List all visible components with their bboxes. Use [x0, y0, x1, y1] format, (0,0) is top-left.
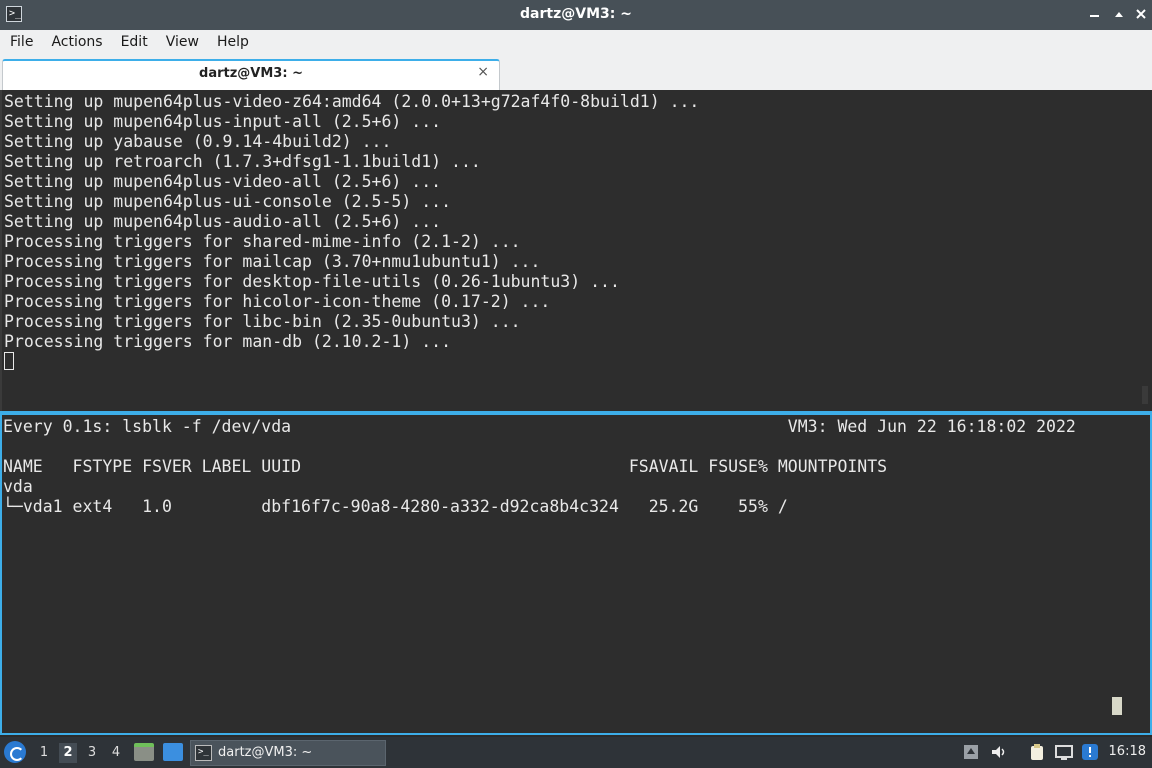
terminal-pane-top[interactable]: Setting up mupen64plus-video-z64:amd64 (… [0, 90, 1152, 412]
output-line: Setting up yabause (0.9.14-4build2) ... [4, 132, 392, 151]
terminal-icon: >_ [195, 745, 212, 761]
watch-header-line: Every 0.1s: lsblk -f /dev/vda VM3: Wed J… [3, 417, 1076, 436]
output-line: Processing triggers for desktop-file-uti… [4, 272, 620, 291]
volume-icon[interactable] [990, 743, 1008, 761]
output-line: Setting up mupen64plus-video-all (2.5+6)… [4, 172, 442, 191]
maximize-button[interactable] [1110, 5, 1128, 23]
output-line: Processing triggers for mailcap (3.70+nm… [4, 252, 541, 271]
menu-bar: File Actions Edit View Help [0, 30, 1152, 57]
output-line: Setting up mupen64plus-input-all (2.5+6)… [4, 112, 442, 131]
output-line: Processing triggers for shared-mime-info… [4, 232, 521, 251]
maximize-icon [1115, 12, 1123, 17]
desktop-4-button[interactable]: 4 [107, 743, 125, 763]
taskbar-item-terminal[interactable]: >_ dartz@VM3: ~ [190, 740, 386, 766]
taskbar-item-label: dartz@VM3: ~ [218, 745, 313, 760]
output-line: Processing triggers for libc-bin (2.35-0… [4, 312, 521, 331]
terminal-pane-bottom[interactable]: Every 0.1s: lsblk -f /dev/vda VM3: Wed J… [0, 413, 1152, 735]
lsblk-header-line: NAME FSTYPE FSVER LABEL UUID FSAVAIL FSU… [3, 457, 888, 476]
window-title: dartz@VM3: ~ [520, 6, 632, 22]
tab-terminal[interactable]: dartz@VM3: ~ × [2, 59, 500, 90]
minimize-button[interactable] [1086, 5, 1104, 23]
terminal-output-top: Setting up mupen64plus-video-z64:amd64 (… [4, 92, 699, 352]
taskbar: 1 2 3 4 >_ dartz@VM3: ~ 16:18 [0, 737, 1152, 768]
output-line: Setting up retroarch (1.7.3+dfsg1-1.1bui… [4, 152, 481, 171]
desktop-2-button[interactable]: 2 [59, 743, 77, 763]
window-titlebar[interactable]: >_ dartz@VM3: ~ [0, 0, 1152, 30]
tab-close-icon[interactable]: × [477, 64, 489, 80]
output-line: Setting up mupen64plus-audio-all (2.5+6)… [4, 212, 442, 231]
show-desktop-icon[interactable] [163, 743, 183, 761]
terminal-cursor [4, 352, 14, 370]
menu-view[interactable]: View [157, 30, 208, 57]
tab-strip: dartz@VM3: ~ × [0, 57, 1152, 90]
menu-edit[interactable]: Edit [112, 30, 157, 57]
minimize-icon [1090, 15, 1099, 17]
output-line: Setting up mupen64plus-ui-console (2.5-5… [4, 192, 452, 211]
lsblk-row: vda [3, 477, 33, 496]
scrollbar-handle[interactable] [1142, 386, 1148, 404]
output-line: Processing triggers for hicolor-icon-the… [4, 292, 551, 311]
clipboard-icon[interactable] [1028, 743, 1046, 761]
close-icon [1136, 9, 1146, 19]
output-line: Setting up mupen64plus-video-z64:amd64 (… [4, 92, 700, 111]
menu-actions[interactable]: Actions [42, 30, 111, 57]
tab-label: dartz@VM3: ~ [199, 66, 303, 81]
terminal-output-bottom: Every 0.1s: lsblk -f /dev/vda VM3: Wed J… [3, 417, 1076, 517]
close-window-button[interactable] [1132, 5, 1150, 23]
output-line: Processing triggers for man-db (2.10.2-1… [4, 332, 452, 351]
terminal-cursor [1112, 697, 1122, 715]
taskbar-clock[interactable]: 16:18 [1109, 744, 1146, 759]
lsblk-row: └─vda1 ext4 1.0 dbf16f7c-90a8-4280-a332-… [3, 497, 788, 516]
menu-file[interactable]: File [0, 30, 42, 57]
desktop-3-button[interactable]: 3 [83, 743, 101, 763]
updates-icon[interactable] [962, 743, 980, 761]
notification-icon[interactable] [1081, 743, 1099, 761]
start-menu-icon[interactable] [4, 741, 26, 763]
file-manager-icon[interactable] [134, 743, 154, 761]
desktop-1-button[interactable]: 1 [35, 743, 53, 763]
menu-help[interactable]: Help [208, 30, 258, 57]
network-icon[interactable] [1055, 743, 1073, 761]
